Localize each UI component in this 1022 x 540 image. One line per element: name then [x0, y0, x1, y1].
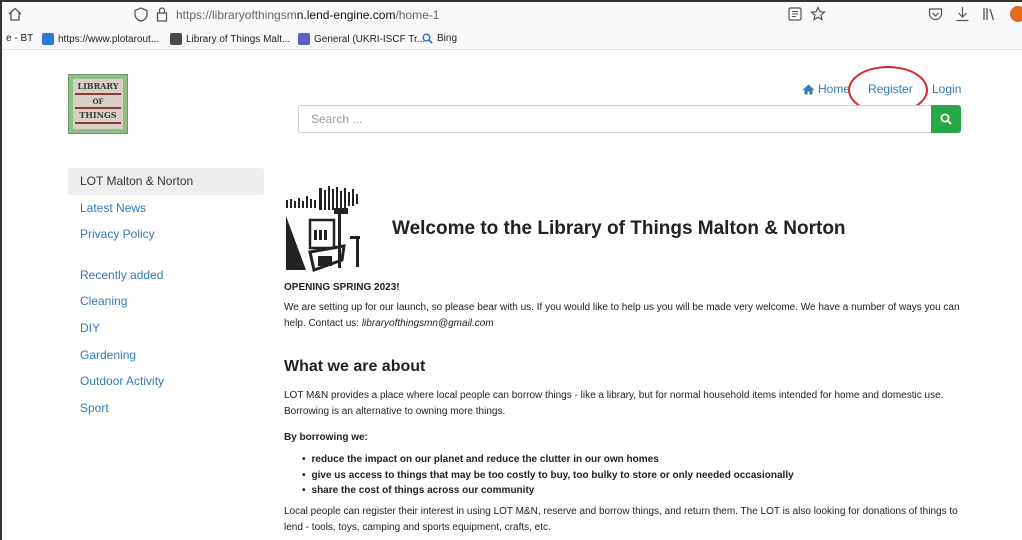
logo-text-library: LIBRARY: [77, 81, 119, 91]
about-heading: What we are about: [284, 358, 426, 375]
logo-text-of: OF: [92, 97, 104, 106]
url-path: /home-1: [395, 8, 440, 22]
search-icon: [422, 33, 433, 44]
sidebar-item-latest-news[interactable]: Latest News: [68, 195, 264, 222]
teams-favicon-icon: [298, 33, 310, 45]
about-paragraph: LOT M&N provides a place where local peo…: [284, 390, 944, 417]
sidebar: LOT Malton & Norton Latest News Privacy …: [68, 168, 264, 421]
search-button[interactable]: [931, 105, 961, 133]
bookmark-bt[interactable]: e - BT: [6, 33, 33, 44]
home-icon: [802, 84, 815, 94]
sidebar-item-diy[interactable]: DIY: [68, 315, 264, 342]
logo-divider: [75, 107, 121, 109]
bookmark-plotaroute[interactable]: https://www.plotarout...: [42, 33, 159, 45]
bookmark-label: General (UKRI-ISCF Tr...: [314, 33, 426, 45]
search-input[interactable]: [298, 105, 932, 133]
bookmark-bing[interactable]: Bing: [422, 33, 457, 44]
site-logo[interactable]: LIBRARY OF THINGS: [68, 74, 128, 134]
bookmark-label: Library of Things Malt...: [186, 33, 291, 45]
sidebar-item-lot-malton-norton[interactable]: LOT Malton & Norton: [68, 168, 264, 195]
bookmark-label: e - BT: [6, 33, 34, 44]
sidebar-item-cleaning[interactable]: Cleaning: [68, 288, 264, 315]
sidebar-item-outdoor-activity[interactable]: Outdoor Activity: [68, 368, 264, 395]
logo-panel: LIBRARY OF THINGS: [73, 79, 123, 129]
nav-home-link[interactable]: Home: [802, 82, 850, 96]
bookmark-label: https://www.plotarout...: [58, 33, 160, 45]
nav-login-link[interactable]: Login: [932, 82, 961, 96]
browser-window: https://libraryofthingsmn.lend-engine.co…: [0, 0, 1022, 540]
borrowing-heading: By borrowing we:: [284, 432, 368, 443]
plotaroute-favicon-icon: [42, 33, 54, 45]
intro-paragraph: We are setting up for our launch, so ple…: [284, 300, 974, 332]
list-item: reduce the impact on our planet and redu…: [302, 452, 794, 468]
logo-divider: [75, 93, 121, 95]
bookmark-library-of-things[interactable]: Library of Things Malt...: [170, 33, 290, 45]
search-icon: [940, 113, 952, 125]
sidebar-item-sport[interactable]: Sport: [68, 395, 264, 422]
bookmarks-bar: e - BT https://www.plotarout... Library …: [2, 28, 1022, 50]
pocket-icon[interactable]: [928, 7, 943, 22]
lock-icon[interactable]: [156, 6, 168, 22]
register-paragraph: Local people can register their interest…: [284, 506, 958, 533]
lot-favicon-icon: [170, 33, 182, 45]
reader-view-icon[interactable]: [788, 7, 802, 21]
home-icon[interactable]: [8, 7, 22, 21]
list-item: give us access to things that may be too…: [302, 468, 794, 484]
extension-icon[interactable]: [1010, 6, 1022, 22]
benefits-list: reduce the impact on our planet and redu…: [302, 452, 794, 499]
contact-email[interactable]: libraryofthingsmn@gmail.com: [362, 318, 494, 329]
list-item: share the cost of things across our comm…: [302, 483, 794, 499]
download-icon[interactable]: [955, 6, 970, 22]
bookmark-label: Bing: [437, 33, 458, 44]
nav-home-label: Home: [818, 82, 851, 96]
browser-toolbar: https://libraryofthingsmn.lend-engine.co…: [2, 2, 1022, 28]
address-bar[interactable]: https://libraryofthingsmn.lend-engine.co…: [176, 8, 439, 22]
logo-divider: [75, 122, 121, 124]
url-domain: n.lend-engine.com: [296, 8, 396, 22]
opening-announcement: OPENING SPRING 2023!: [284, 282, 400, 293]
logo-text-things: THINGS: [79, 110, 117, 120]
page-title: Welcome to the Library of Things Malton …: [392, 218, 846, 239]
tools-illustration-icon: [286, 186, 360, 272]
bookmark-general[interactable]: General (UKRI-ISCF Tr...: [298, 33, 425, 45]
bookmark-star-icon[interactable]: [810, 6, 826, 22]
shield-icon[interactable]: [134, 7, 148, 22]
sidebar-item-recently-added[interactable]: Recently added: [68, 262, 264, 289]
url-prefix: https://libraryofthingsm: [176, 8, 297, 22]
sidebar-item-gardening[interactable]: Gardening: [68, 342, 264, 369]
sidebar-item-privacy-policy[interactable]: Privacy Policy: [68, 221, 264, 248]
library-icon[interactable]: [982, 7, 996, 21]
